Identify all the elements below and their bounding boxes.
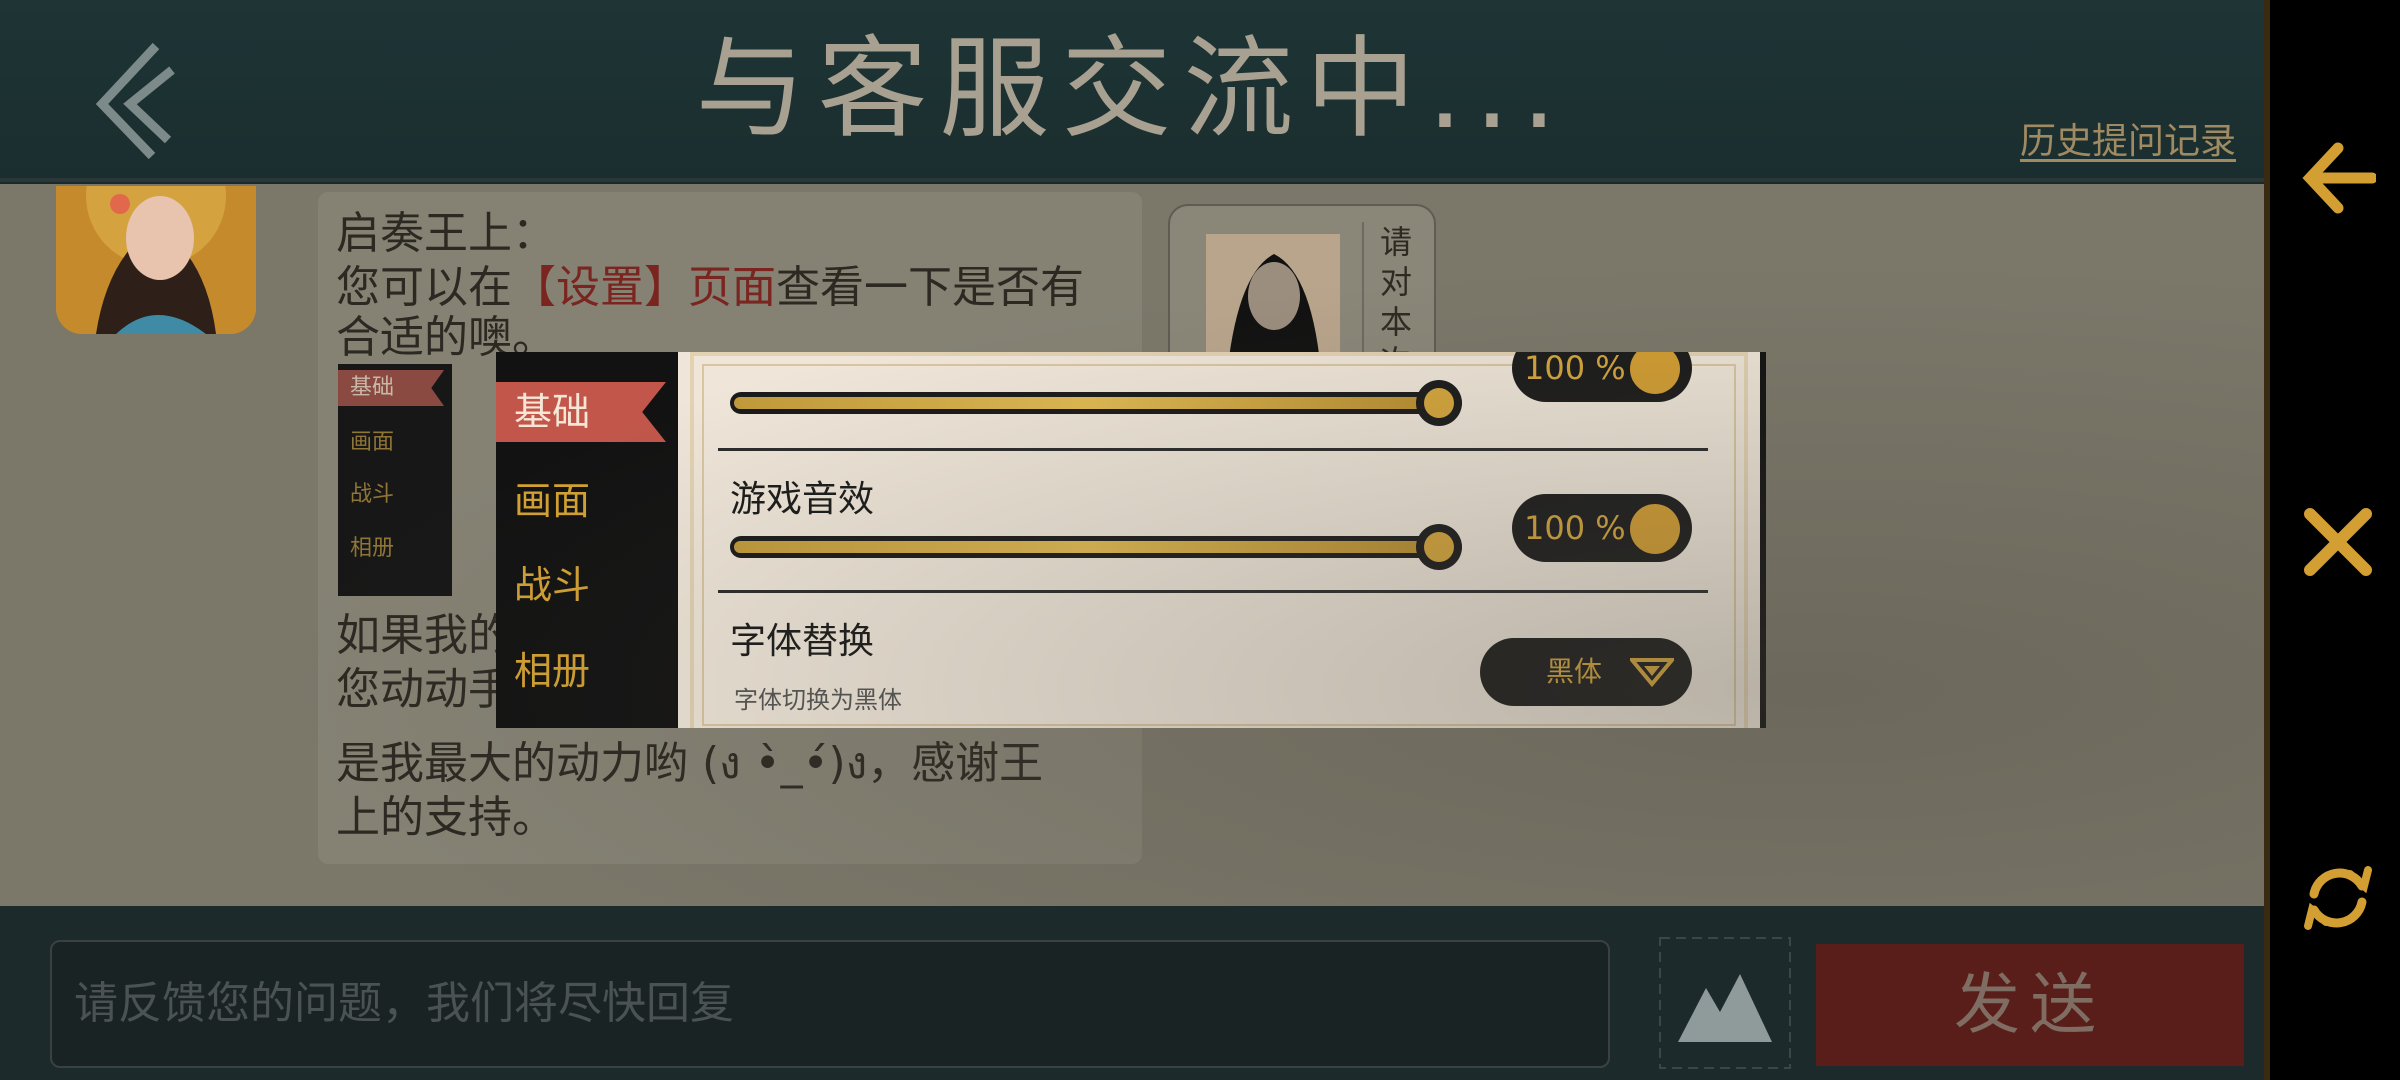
mini-menu-item: 画面 (350, 430, 395, 455)
message-text: 查看一下是否有 (776, 262, 1084, 313)
right-rail (2264, 0, 2400, 1080)
message-line: 上的支持。 (336, 792, 556, 843)
message-text: 您可以在 (336, 262, 512, 313)
history-link[interactable]: 历史提问记录 (2020, 112, 2236, 164)
tab-basic[interactable]: 基础 (496, 382, 666, 442)
avatar (56, 186, 256, 334)
font-sub: 字体切换为黑体 (734, 686, 902, 714)
sfx-label: 游戏音效 (730, 479, 875, 520)
message-line: 您可以在【设置】页面查看一下是否有 (336, 262, 1084, 314)
mini-menu-item: 基础 (338, 370, 444, 406)
font-select[interactable]: 黑体 (1480, 638, 1692, 706)
header: 与客服交流中... 历史提问记录 (0, 0, 2264, 182)
image-button[interactable] (1656, 934, 1794, 1072)
input-bar: 请反馈您的问题，我们将尽快回复 发送 (0, 906, 2264, 1080)
arrow-left-icon (2302, 142, 2378, 214)
close-icon (2304, 508, 2372, 576)
message-line: 如果我的 (336, 610, 512, 661)
tab-graphics[interactable]: 画面 (514, 470, 590, 525)
message-line: 是我最大的动力哟 (ง •̀_•́)ง，感谢王 (336, 738, 1044, 789)
font-label: 字体替换 (730, 621, 875, 662)
card-divider (1362, 222, 1364, 372)
tab-battle[interactable]: 战斗 (514, 554, 590, 609)
divider (718, 448, 1708, 451)
rail-back-button[interactable] (2300, 140, 2378, 216)
settings-content: 100 % 游戏音效 100 % 字体替换 字体切换为黑体 黑体 (678, 352, 1760, 728)
feedback-input[interactable]: 请反馈您的问题，我们将尽快回复 (50, 940, 1610, 1068)
volume-value: 100 % (1524, 509, 1626, 547)
settings-sidebar: 基础 画面 战斗 相册 (496, 352, 676, 728)
slider-fill (734, 541, 1443, 553)
refresh-icon (2304, 866, 2372, 930)
screenshot-preview: 基础 画面 战斗 相册 (338, 364, 452, 596)
tab-album[interactable]: 相册 (514, 640, 590, 695)
sfx-volume-toggle[interactable]: 100 % (1512, 494, 1692, 562)
settings-page-link[interactable]: 【设置】页面 (512, 262, 776, 313)
sfx-slider[interactable] (730, 524, 1462, 570)
slider-fill (734, 397, 1443, 409)
font-selected: 黑体 (1546, 655, 1603, 688)
send-button[interactable]: 发送 (1816, 944, 2244, 1066)
music-slider[interactable] (730, 380, 1462, 426)
music-volume-toggle[interactable]: 100 % (1512, 352, 1692, 402)
rail-close-button[interactable] (2300, 504, 2376, 580)
rail-refresh-button[interactable] (2300, 860, 2376, 936)
volume-value: 100 % (1524, 352, 1626, 387)
message-line: 启奏王上： (336, 208, 556, 259)
slider-knob[interactable] (1416, 380, 1462, 426)
message-line: 您动动手 (336, 664, 512, 715)
divider (718, 590, 1708, 593)
toggle-knob (1630, 352, 1680, 394)
chat-area: 启奏王上： 您可以在【设置】页面查看一下是否有 合适的噢。 基础 画面 战斗 相… (0, 184, 2264, 906)
dropdown-icon (1630, 658, 1674, 688)
settings-panel: 基础 画面 战斗 相册 100 % 游戏音效 100 % 字体替换 字体切换为黑… (496, 352, 1766, 728)
slider-knob[interactable] (1416, 524, 1462, 570)
image-upload-icon (1659, 937, 1791, 1069)
page-title: 与客服交流中... (695, 25, 1569, 153)
mini-menu-item: 战斗 (350, 482, 395, 507)
toggle-knob (1630, 504, 1680, 554)
mini-menu-item: 相册 (350, 536, 395, 561)
